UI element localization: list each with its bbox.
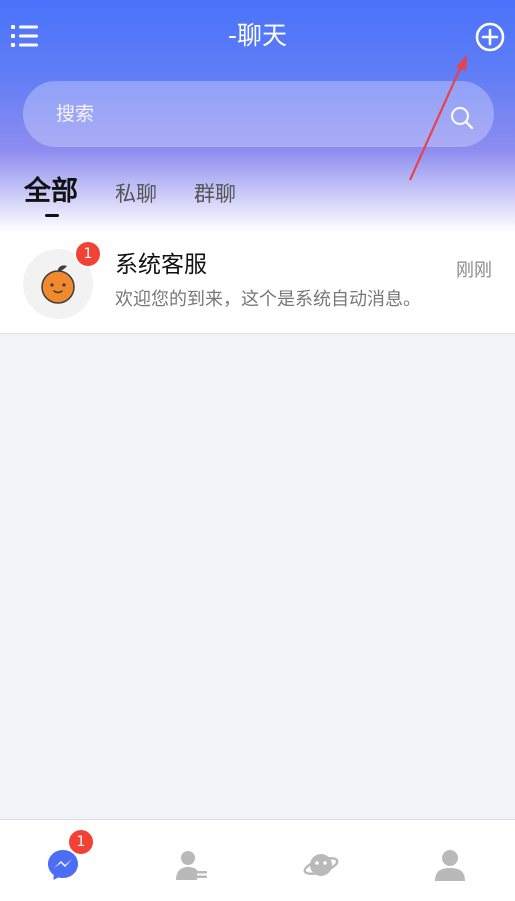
search-icon[interactable]: [448, 104, 476, 132]
tab-group[interactable]: 群聊: [194, 176, 236, 212]
chat-preview: 欢迎您的到来，这个是系统自动消息。: [115, 289, 421, 310]
chat-time: 刚刚: [456, 260, 492, 281]
add-button[interactable]: [474, 21, 506, 53]
nav-unread-badge: 1: [67, 828, 95, 856]
plus-circle-icon: [475, 22, 505, 52]
tab-private[interactable]: 私聊: [115, 176, 157, 212]
search-bar[interactable]: [23, 81, 494, 147]
chat-name: 系统客服: [115, 252, 207, 278]
nav-discover[interactable]: [258, 820, 386, 901]
search-input[interactable]: [23, 81, 446, 147]
nav-profile[interactable]: [387, 820, 515, 901]
active-tab-indicator: [45, 214, 59, 217]
chat-tabs: 全部 私聊 群聊: [0, 170, 515, 220]
profile-icon: [435, 850, 465, 881]
chat-list-item[interactable]: 1 系统客服 刚刚 欢迎您的到来，这个是系统自动消息。: [0, 232, 515, 334]
unread-badge: 1: [74, 240, 102, 268]
contacts-icon: [176, 851, 207, 880]
planet-icon: [303, 854, 339, 876]
page-title: -聊天: [227, 21, 288, 50]
top-bar: -聊天: [0, 0, 515, 72]
tab-all[interactable]: 全部: [24, 170, 78, 214]
nav-contacts[interactable]: [128, 820, 256, 901]
nav-messages[interactable]: 1: [0, 820, 128, 901]
bottom-nav: 1: [0, 819, 515, 901]
